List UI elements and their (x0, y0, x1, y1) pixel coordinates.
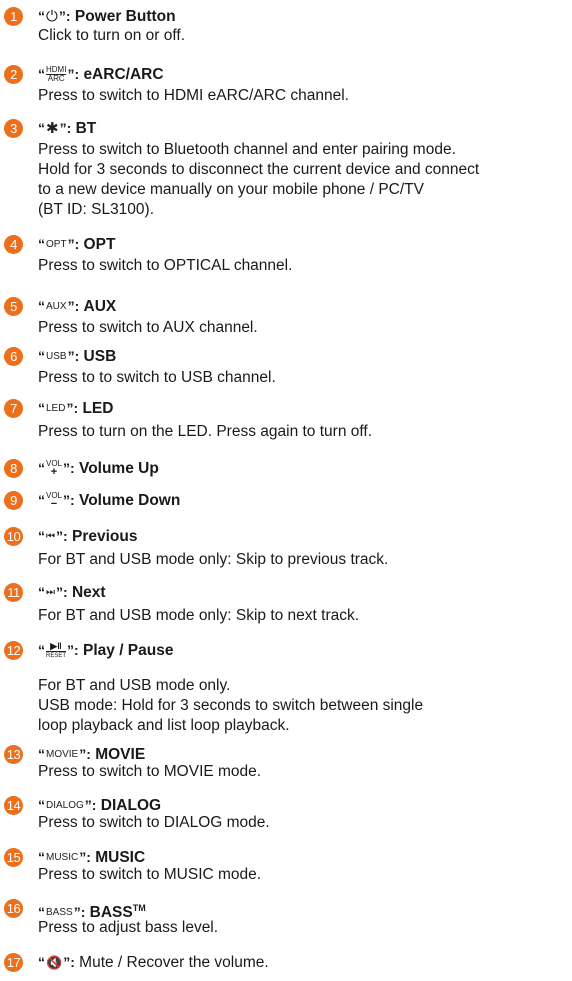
entry-heading: “✱”: BT (38, 120, 97, 137)
entry-title: Next (71, 584, 106, 601)
previous-track-icon: ⏮ (46, 531, 55, 542)
entry-heading: “VOL −”: Volume Down (38, 491, 181, 510)
entry-title: Previous (71, 528, 138, 545)
item-number-badge: 12 (4, 641, 23, 660)
entry-title: Volume Up (79, 460, 159, 477)
entry-title: Volume Down (79, 492, 181, 509)
entry-title: LED (82, 400, 114, 417)
item-number-badge: 8 (4, 459, 23, 478)
entry-title: Mute / Recover the volume. (79, 954, 269, 971)
entry-description: For BT and USB mode only: Skip to next t… (38, 607, 360, 624)
next-track-icon: ⏭ (46, 587, 55, 598)
item-number-badge: 2 (4, 65, 23, 84)
item-number-badge: 4 (4, 235, 23, 254)
item-number-badge: 9 (4, 491, 23, 510)
entry-title: OPT (83, 236, 116, 253)
entry-title: MUSIC (95, 849, 146, 866)
entry-heading: “⏮”: Previous (38, 528, 138, 545)
led-icon: LED (46, 403, 66, 414)
entry-description: For BT and USB mode only. USB mode: Hold… (38, 677, 424, 734)
entry-description: Press to to switch to USB channel. (38, 369, 276, 386)
usb-icon: USB (46, 351, 67, 362)
item-number-badge: 11 (4, 583, 23, 602)
entry-title: eARC/ARC (83, 66, 164, 83)
power-icon: ⏻ (46, 8, 58, 25)
entry-heading: “OPT”: OPT (38, 236, 116, 253)
item-number-badge: 14 (4, 796, 23, 815)
item-number-badge: 16 (4, 899, 23, 918)
volume-up-icon: VOL + (46, 459, 63, 478)
entry-heading: “⏭”: Next (38, 584, 106, 601)
entry-heading: “▶‖ RESET”: Play / Pause (38, 641, 174, 660)
entry-title: MOVIE (95, 746, 146, 763)
item-number-badge: 13 (4, 745, 23, 764)
item-number-badge: 5 (4, 297, 23, 316)
entry-heading: “⏻”: Power Button (38, 8, 176, 25)
entry-description: Press to switch to DIALOG mode. (38, 814, 270, 831)
entry-description: Press to switch to MUSIC mode. (38, 866, 262, 883)
bluetooth-icon: ✱ (46, 120, 59, 137)
entry-title: Power Button (74, 8, 176, 25)
entry-heading: “AUX”: AUX (38, 298, 117, 315)
entry-title: USB (83, 348, 117, 365)
entry-title: AUX (83, 298, 117, 315)
item-number-badge: 10 (4, 527, 23, 546)
item-number-badge: 1 (4, 7, 23, 26)
entry-heading: “USB”: USB (38, 348, 117, 365)
entry-description: Press to switch to AUX channel. (38, 319, 258, 336)
entry-description: Press to turn on the LED. Press again to… (38, 423, 373, 440)
entry-heading: “🔇”: Mute / Recover the volume. (38, 954, 269, 971)
mute-icon: 🔇 (46, 955, 63, 970)
item-number-badge: 15 (4, 848, 23, 867)
entry-description: Press to switch to MOVIE mode. (38, 763, 262, 780)
entry-title: Play / Pause (83, 642, 174, 659)
entry-title: BT (75, 120, 97, 137)
play-pause-icon: ▶‖ RESET (46, 641, 67, 659)
hdmi-arc-icon: HDMI ARC (46, 65, 67, 83)
entry-title: DIALOG (100, 797, 162, 814)
entry-description: Press to adjust bass level. (38, 919, 219, 936)
item-number-badge: 17 (4, 953, 23, 972)
entry-description: For BT and USB mode only: Skip to previo… (38, 551, 389, 568)
item-number-badge: 7 (4, 399, 23, 418)
item-number-badge: 6 (4, 347, 23, 366)
entry-heading: “HDMI ARC”: eARC/ARC (38, 65, 164, 83)
aux-icon: AUX (46, 301, 67, 312)
optical-icon: OPT (46, 239, 67, 250)
entry-description: Press to switch to Bluetooth channel and… (38, 141, 480, 218)
item-number-badge: 3 (4, 119, 23, 138)
entry-description: Press to switch to HDMI eARC/ARC channel… (38, 87, 349, 104)
entry-description: Click to turn on or off. (38, 27, 186, 44)
volume-down-icon: VOL − (46, 491, 63, 510)
entry-description: Press to switch to OPTICAL channel. (38, 257, 293, 274)
entry-heading: “LED”: LED (38, 400, 114, 417)
entry-heading: “VOL +”: Volume Up (38, 459, 159, 478)
trademark-mark: TM (132, 903, 146, 913)
